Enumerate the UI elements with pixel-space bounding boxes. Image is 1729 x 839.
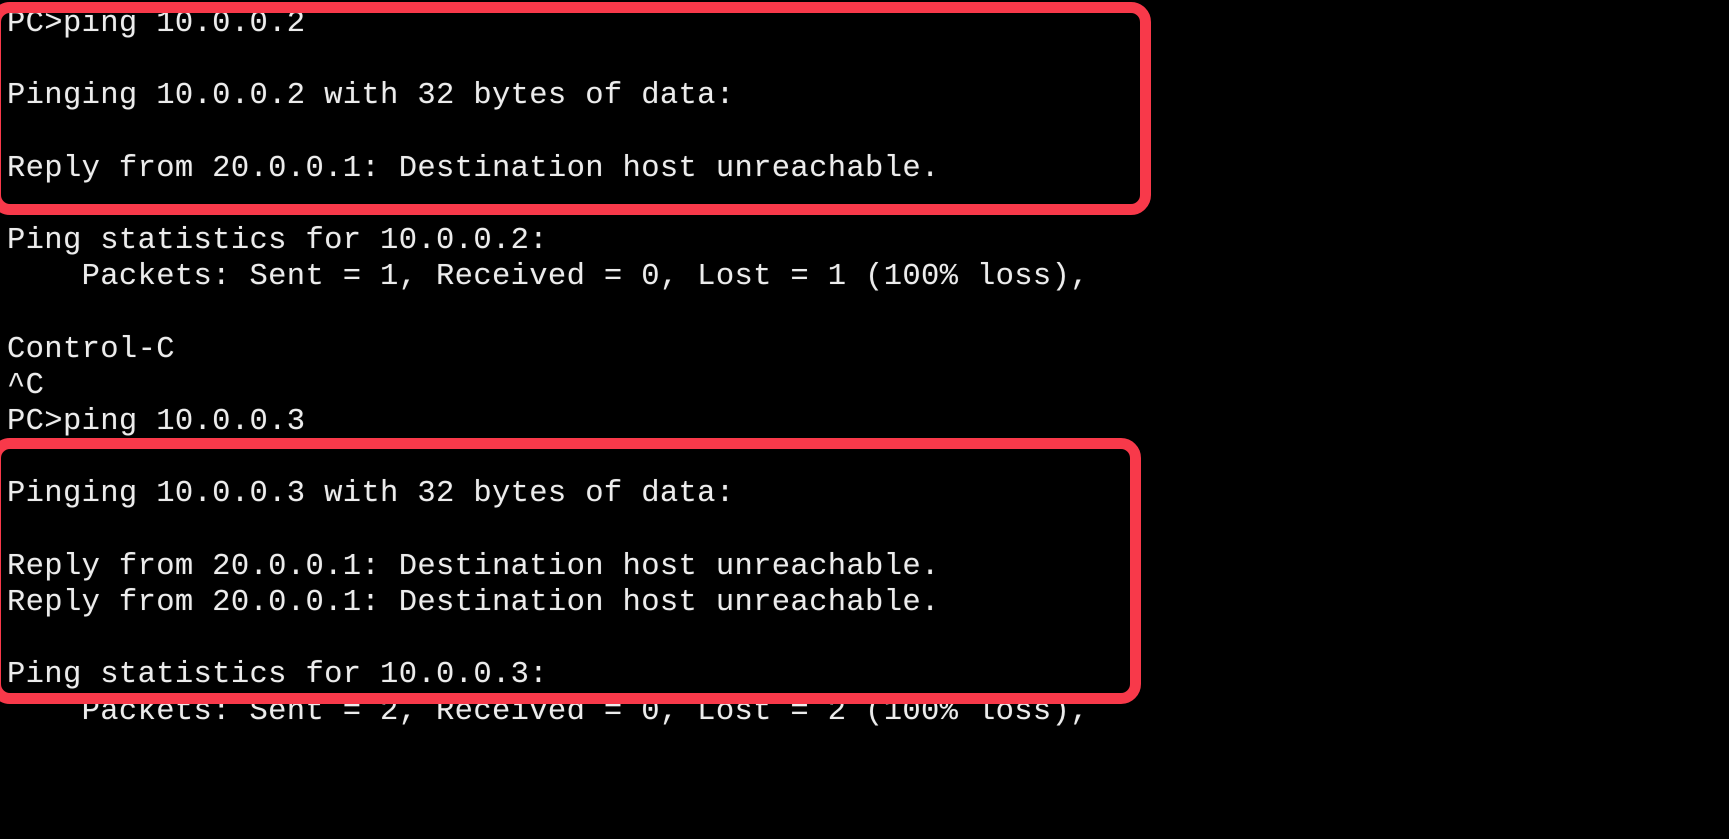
console-line-blank — [7, 42, 1729, 78]
console-line-blank — [7, 115, 1729, 151]
console-line-blank — [7, 621, 1729, 657]
console-line-blank — [7, 513, 1729, 549]
terminal-window[interactable]: PC>ping 10.0.0.2 Pinging 10.0.0.2 with 32… — [0, 0, 1729, 839]
console-line: PC>ping 10.0.0.3 — [7, 405, 306, 440]
console-line: PC>ping 10.0.0.2 — [7, 7, 306, 41]
console-line: Control-C — [7, 332, 175, 367]
console-line: Pinging 10.0.0.3 with 32 bytes of data: — [7, 477, 735, 512]
console-line: ^C — [7, 368, 45, 403]
console-line: Pinging 10.0.0.2 with 32 bytes of data: — [7, 79, 735, 114]
console-line-blank — [7, 296, 1729, 332]
console-line: Reply from 20.0.0.1: Destination host un… — [7, 151, 940, 186]
console-line: Ping statistics for 10.0.0.3: — [7, 658, 548, 693]
console-line: Packets: Sent = 1, Received = 0, Lost = … — [7, 260, 1089, 295]
console-line: Reply from 20.0.0.1: Destination host un… — [7, 549, 940, 584]
console-line-blank — [7, 440, 1729, 476]
console-line: Ping statistics for 10.0.0.2: — [7, 224, 548, 259]
console-line: Packets: Sent = 2, Received = 0, Lost = … — [7, 694, 1089, 729]
console-line-blank — [7, 187, 1729, 223]
console-line: Reply from 20.0.0.1: Destination host un… — [7, 586, 940, 620]
console-output: PC>ping 10.0.0.2 Pinging 10.0.0.2 with 32… — [0, 0, 1729, 839]
